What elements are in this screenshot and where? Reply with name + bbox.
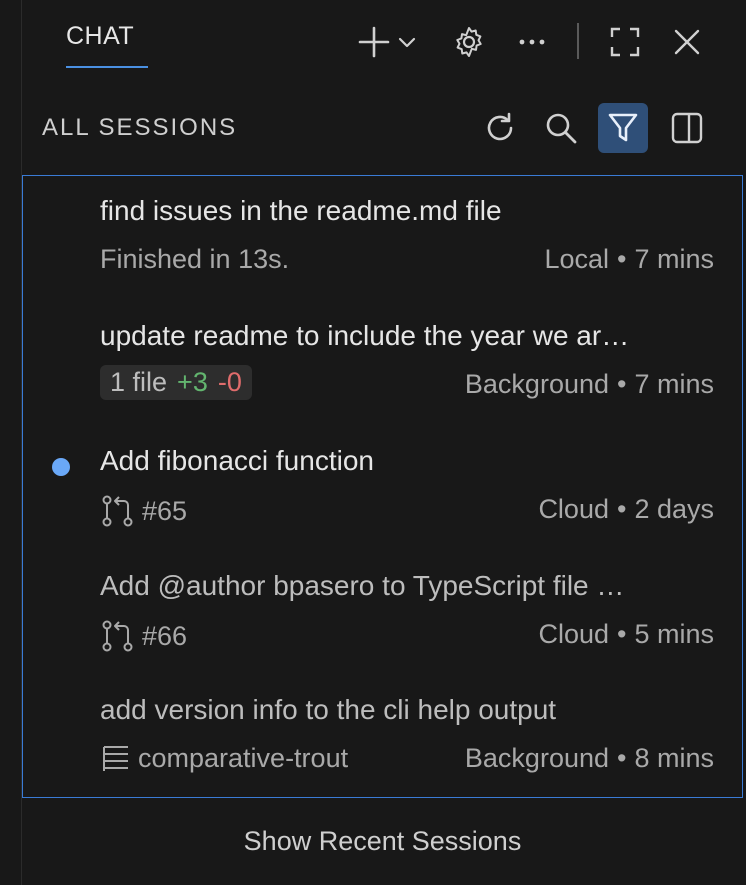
session-meta: Cloud • 2 days [538,494,714,524]
session-item[interactable]: add version info to the cli help output … [23,675,742,799]
changes-files: 1 file [110,367,168,397]
session-title: find issues in the readme.md file [100,195,502,226]
session-item[interactable]: find issues in the readme.md file Finish… [23,176,742,300]
session-worktree: comparative-trout [100,743,348,774]
session-source: Cloud [538,494,609,524]
tab-active-indicator [66,66,148,68]
pull-request-icon [100,619,136,653]
pr-number[interactable]: #65 [142,496,187,527]
sessions-footer: Show Recent Sessions [22,797,743,885]
session-source: Background [464,743,610,773]
session-changes: 1 file +3 -0 [100,365,252,400]
chat-panel: CHAT ALL SESSIONS find issues in the rea… [22,0,743,885]
session-meta: Local • 7 mins [544,244,714,274]
more-icon[interactable] [510,20,554,64]
filter-icon[interactable] [598,103,648,153]
session-item[interactable]: Add fibonacci function #65 Cloud • 2 days [23,426,742,550]
tab-chat[interactable]: CHAT [66,22,134,70]
pr-number[interactable]: #66 [142,621,187,652]
session-title: update readme to include the year we ar… [100,320,630,351]
header-separator [577,23,579,59]
show-recent-sessions-link[interactable]: Show Recent Sessions [244,826,522,857]
session-title: Add fibonacci function [100,445,374,476]
session-item[interactable]: update readme to include the year we ar…… [23,301,742,425]
worktree-name: comparative-trout [138,743,349,773]
changes-removed: -0 [217,367,242,397]
session-time: 7 mins [634,369,714,399]
session-list: find issues in the readme.md file Finish… [22,175,743,798]
session-source: Local [544,244,610,274]
session-source: Background [464,369,610,399]
close-icon[interactable] [665,20,709,64]
session-time: 7 mins [634,244,714,274]
session-meta: Background • 7 mins [464,369,714,399]
changes-added: +3 [177,367,208,397]
pull-request-icon [100,494,136,528]
session-meta: Background • 8 mins [464,743,714,773]
session-source: Cloud [538,619,610,649]
session-title: Add @author bpasero to TypeScript file … [100,570,625,601]
search-icon[interactable] [536,103,586,153]
session-status: Finished in 13s. [100,244,290,274]
session-time: 8 mins [634,743,714,773]
session-pr: #66 [100,619,187,653]
session-time: 2 days [634,494,714,524]
session-time: 5 mins [634,619,714,649]
chevron-down-icon[interactable] [392,20,422,64]
changes-badge: 1 file +3 -0 [100,365,252,400]
gear-icon[interactable] [447,20,491,64]
unread-dot [52,458,70,476]
split-panel-icon[interactable] [662,103,712,153]
maximize-icon[interactable] [603,20,647,64]
session-pr: #65 [100,494,187,528]
chat-header: CHAT [22,0,743,90]
session-item[interactable]: Add @author bpasero to TypeScript file …… [23,551,742,675]
left-edge [0,0,22,885]
sessions-title: ALL SESSIONS [42,114,238,141]
refresh-icon[interactable] [475,103,525,153]
add-icon[interactable] [352,20,396,64]
session-title: add version info to the cli help output [100,694,557,725]
worktree-icon [100,744,130,774]
session-meta: Cloud • 5 mins [538,619,714,649]
